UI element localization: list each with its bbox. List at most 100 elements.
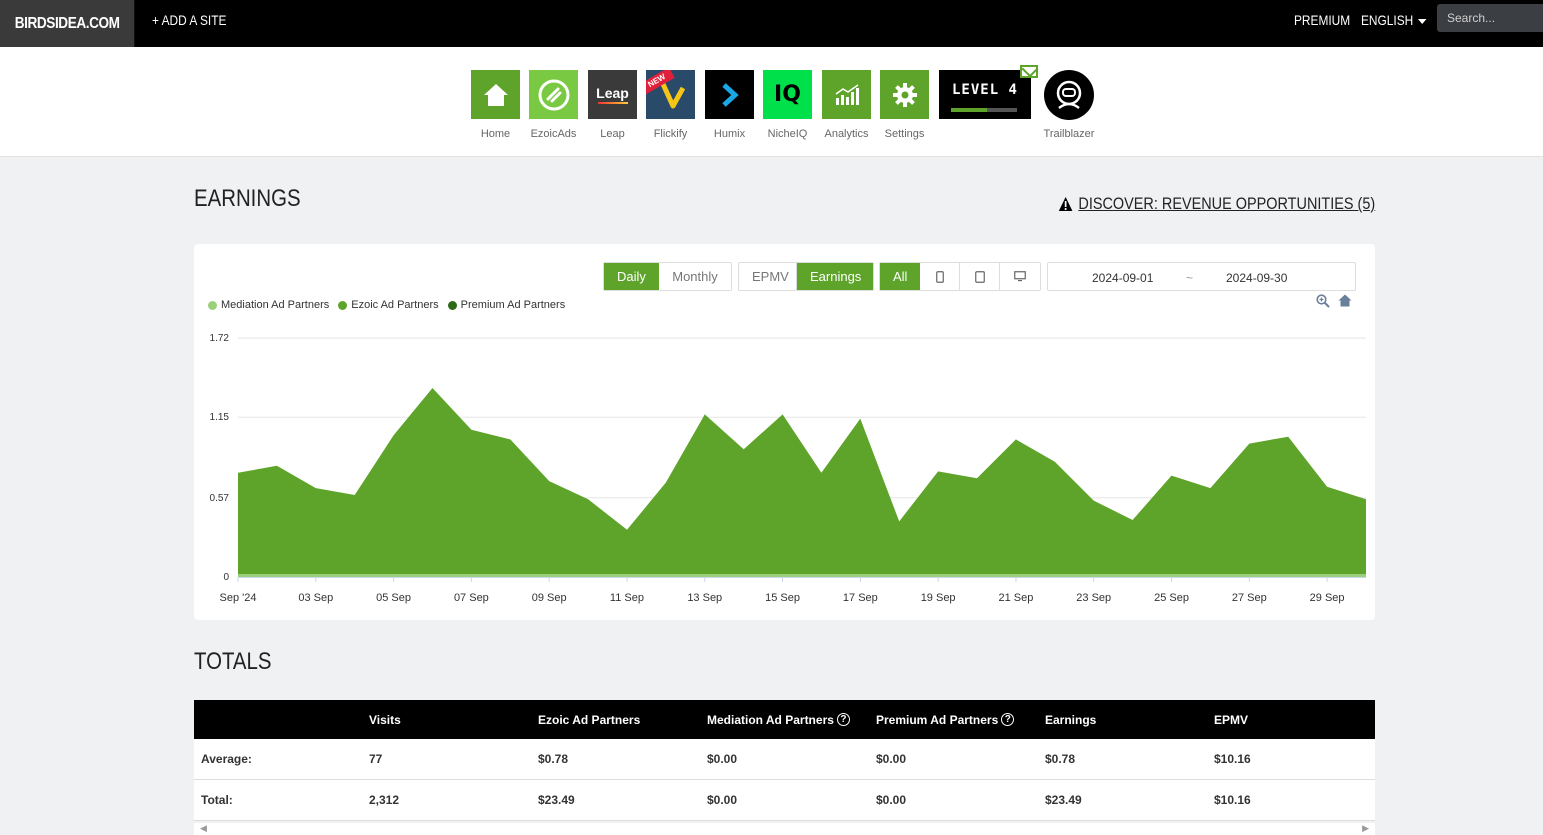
app-label: Settings: [884, 128, 925, 140]
reset-zoom-home-icon[interactable]: [1338, 294, 1352, 307]
ezoicads-icon: [529, 70, 578, 119]
column-header-label: Mediation Ad Partners: [707, 712, 834, 727]
zoom-icon[interactable]: [1316, 294, 1330, 308]
totals-table: Visits Ezoic Ad Partners Mediation Ad Pa…: [194, 700, 1375, 821]
series-area-mediation[interactable]: [238, 574, 1366, 577]
app-bar: Home EzoicAds Leap Leap NEW Flickify Hum…: [0, 47, 1543, 157]
x-tick-label: 07 Sep: [454, 592, 489, 604]
discover-link[interactable]: DISCOVER: REVENUE OPPORTUNITIES (5): [1058, 194, 1375, 214]
legend-dot: [208, 300, 217, 310]
period-toggle: Daily Monthly: [603, 262, 732, 291]
series-area-ezoic[interactable]: [238, 388, 1366, 577]
date-separator: ~: [1186, 271, 1194, 285]
date-end: 2024-09-30: [1226, 271, 1288, 285]
date-range-picker[interactable]: 2024-09-01 ~ 2024-09-30: [1047, 262, 1356, 291]
leap-logo-text: Leap: [596, 85, 629, 101]
app-ezoicads[interactable]: EzoicAds: [529, 70, 578, 140]
help-icon[interactable]: ?: [1001, 713, 1015, 726]
app-flickify[interactable]: NEW Flickify: [646, 70, 695, 140]
table-cell: $0.00: [876, 752, 907, 766]
all-devices-button[interactable]: All: [880, 263, 920, 290]
x-tick-label: 17 Sep: [843, 592, 878, 604]
y-tick-label: 1.72: [210, 333, 230, 344]
date-start: 2024-09-01: [1092, 271, 1154, 285]
discover-text: DISCOVER: REVENUE OPPORTUNITIES (5): [1078, 194, 1375, 213]
app-analytics[interactable]: Analytics: [822, 70, 871, 140]
column-header-visits: Visits: [369, 712, 401, 727]
x-tick-label: 11 Sep: [610, 592, 644, 604]
app-settings[interactable]: Settings: [880, 70, 929, 140]
home-icon: [471, 70, 520, 119]
warning-icon: [1058, 197, 1073, 211]
table-horizontal-scrollbar[interactable]: ◀ ▶: [194, 823, 1375, 835]
level-badge[interactable]: LEVEL 4: [939, 70, 1031, 119]
column-header-premium: Premium Ad Partners?: [876, 700, 1015, 739]
scroll-right-icon[interactable]: ▶: [1362, 823, 1369, 834]
legend-dot: [447, 300, 457, 310]
site-brand[interactable]: BIRDSIDEA.COM: [0, 0, 135, 47]
table-cell: $10.16: [1214, 793, 1251, 807]
x-tick-label: 09 Sep: [532, 592, 567, 604]
table-cell: $0.78: [538, 752, 569, 766]
legend-item[interactable]: Ezoic Ad Partners: [338, 299, 439, 311]
table-cell: $23.49: [1045, 793, 1082, 807]
table-row: Average: 77 $0.78 $0.00 $0.00 $0.78 $10.…: [194, 739, 1375, 780]
row-label: Total:: [201, 793, 233, 807]
earnings-chart-panel: Daily Monthly EPMV Earnings All 2024-09-…: [194, 244, 1375, 620]
table-cell: $0.00: [707, 752, 738, 766]
trailblazer-badge[interactable]: Trailblazer: [1043, 70, 1095, 140]
column-header-earnings: Earnings: [1045, 712, 1097, 727]
scroll-left-icon[interactable]: ◀: [200, 823, 207, 834]
table-cell: $0.00: [707, 793, 738, 807]
y-tick-label: 1.15: [210, 412, 230, 423]
earnings-area-chart: 0 0.57 1.15 1.72 Sep '24 03 Sep 05 Sep 07 Sep 09…: [210, 333, 1366, 604]
y-tick-label: 0: [223, 572, 229, 583]
help-icon[interactable]: ?: [836, 713, 850, 726]
humix-icon: [705, 70, 754, 119]
table-cell: 77: [369, 752, 383, 766]
add-site-link[interactable]: + ADD A SITE: [152, 0, 226, 40]
chart-legend: Mediation Ad Partners Ezoic Ad Partners …: [208, 299, 565, 311]
app-leap[interactable]: Leap Leap: [588, 70, 637, 140]
x-tick-label: 27 Sep: [1232, 592, 1267, 604]
x-tick-label: 29 Sep: [1310, 592, 1345, 604]
legend-label: Mediation Ad Partners: [221, 299, 330, 311]
leap-icon: Leap: [588, 70, 637, 119]
monthly-button[interactable]: Monthly: [659, 263, 731, 290]
earnings-button[interactable]: Earnings: [797, 263, 873, 290]
flickify-icon: NEW: [646, 70, 695, 119]
top-navbar: BIRDSIDEA.COM + ADD A SITE PREMIUM ENGLI…: [0, 0, 1543, 47]
x-tick-label: 03 Sep: [298, 592, 333, 604]
device-toggle: All: [879, 262, 1041, 291]
legend-item[interactable]: Mediation Ad Partners: [208, 299, 329, 311]
analytics-icon: [822, 70, 871, 119]
app-humix[interactable]: Humix: [705, 70, 754, 140]
metric-toggle: EPMV Earnings: [738, 262, 874, 291]
row-label: Average:: [201, 752, 252, 766]
x-tick-label: 13 Sep: [687, 592, 722, 604]
premium-link[interactable]: PREMIUM: [1294, 0, 1350, 40]
legend-label: Ezoic Ad Partners: [351, 299, 439, 311]
level-progress-bar: [951, 108, 1017, 112]
app-home[interactable]: Home: [471, 70, 520, 140]
x-tick-label: 25 Sep: [1154, 592, 1189, 604]
search-input[interactable]: [1437, 4, 1543, 32]
x-tick-label: 23 Sep: [1076, 592, 1111, 604]
daily-button[interactable]: Daily: [604, 263, 659, 290]
gear-icon: [880, 70, 929, 119]
language-label: ENGLISH: [1361, 12, 1414, 28]
tablet-button[interactable]: [960, 263, 1000, 290]
epmv-button[interactable]: EPMV: [739, 263, 797, 290]
totals-heading: TOTALS: [194, 648, 272, 675]
level-progress-fill: [951, 108, 988, 112]
legend-item[interactable]: Premium Ad Partners: [447, 299, 565, 311]
desktop-button[interactable]: [1000, 263, 1040, 290]
earnings-heading: EARNINGS: [194, 185, 301, 212]
mobile-button[interactable]: [920, 263, 960, 290]
app-nicheiq[interactable]: IQ NicheIQ: [763, 70, 812, 140]
language-dropdown[interactable]: ENGLISH: [1361, 0, 1427, 40]
mail-icon[interactable]: [1020, 65, 1038, 78]
trailblazer-label: Trailblazer: [1043, 128, 1095, 140]
table-row: Total: 2,312 $23.49 $0.00 $0.00 $23.49 $…: [194, 780, 1375, 821]
nicheiq-logo-text: IQ: [774, 82, 801, 107]
